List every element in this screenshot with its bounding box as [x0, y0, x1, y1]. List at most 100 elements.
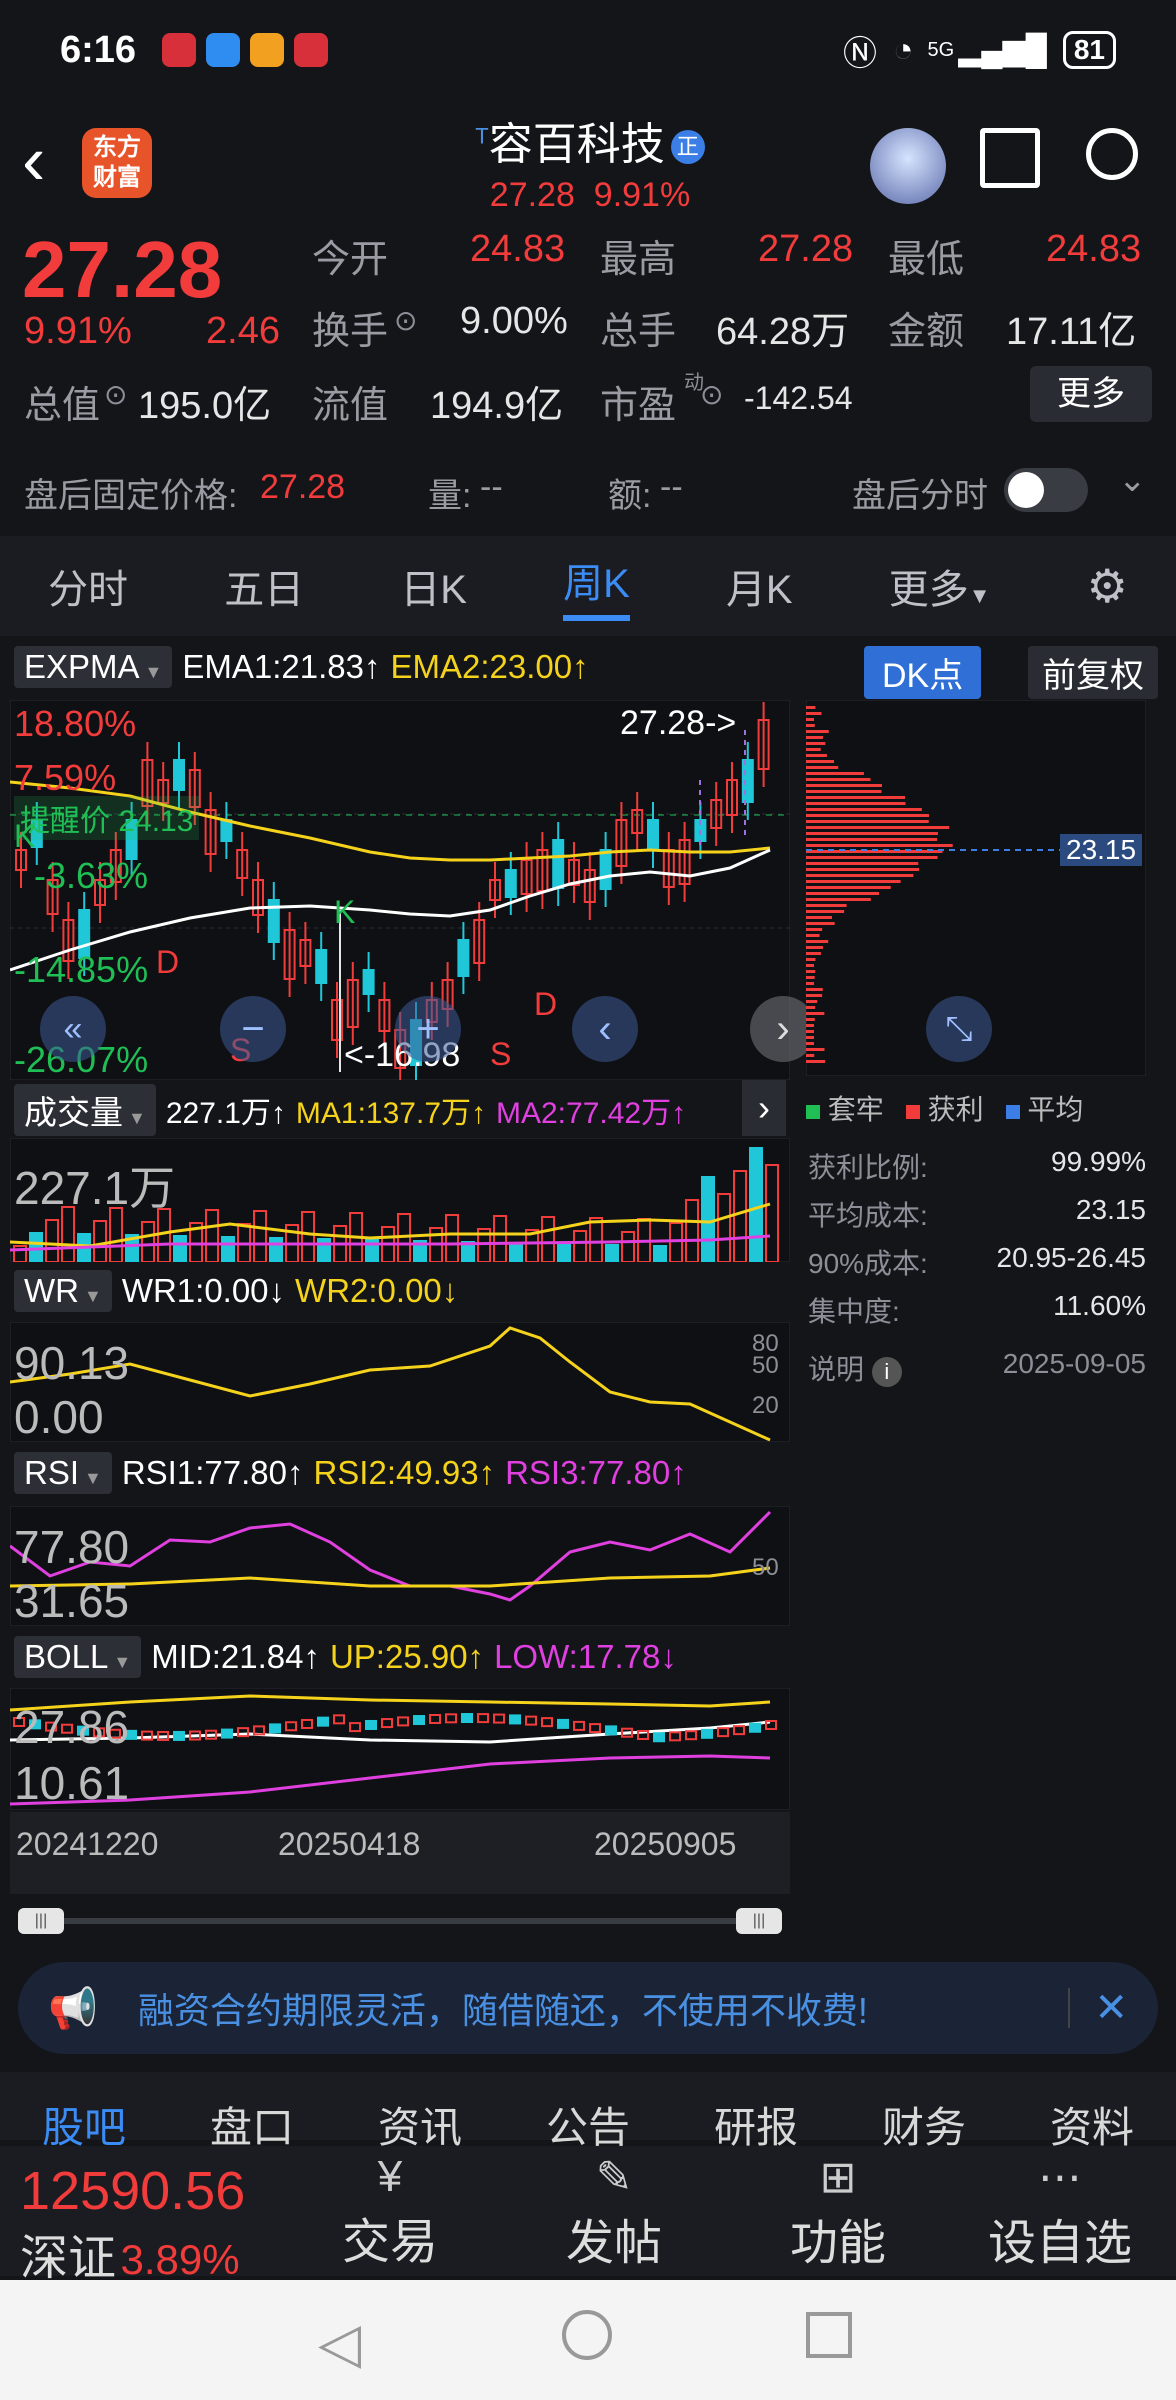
- after-hours-toggle[interactable]: [1004, 468, 1088, 512]
- boll-candle: [606, 1726, 616, 1734]
- chip-bar: [806, 892, 879, 895]
- chip-bar: [806, 922, 835, 925]
- tab-more[interactable]: 更多▼: [889, 557, 991, 615]
- edit-icon: ✎: [554, 2152, 674, 2203]
- quote-pct: 9.91%: [24, 310, 132, 353]
- candle-body: [316, 950, 326, 983]
- settings-gear-icon[interactable]: ⚙: [1087, 559, 1128, 613]
- search-icon[interactable]: [1086, 128, 1138, 180]
- share-icon[interactable]: [980, 128, 1040, 188]
- boll-candle: [270, 1724, 280, 1732]
- post-button[interactable]: ✎ 发帖: [554, 2152, 674, 2273]
- double-left-icon[interactable]: «: [40, 996, 106, 1062]
- chip-bar: [806, 1018, 815, 1021]
- chevron-down-icon[interactable]: ⌄: [1118, 460, 1147, 500]
- rsi1-value: RSI1:77.80↑: [122, 1454, 304, 1492]
- stat-label: 获利比例:: [808, 1146, 928, 1194]
- boll-header: BOLL ▼ MID:21.84↑ UP:25.90↑ LOW:17.78↓: [14, 1636, 677, 1678]
- info-icon[interactable]: ⊙: [394, 304, 417, 337]
- turnover-value: 9.00%: [460, 300, 568, 343]
- signal-d: D: [156, 944, 179, 981]
- expand-icon[interactable]: ⤡: [926, 996, 992, 1062]
- badge-icon: 正: [671, 130, 705, 164]
- low-value: 24.83: [1046, 228, 1141, 271]
- indicator-select-expma[interactable]: EXPMA ▼: [14, 646, 172, 688]
- chip-bar: [806, 880, 901, 883]
- info-icon[interactable]: ⊙: [104, 378, 127, 411]
- chip-bar: [806, 790, 882, 793]
- chip-bar: [806, 1000, 817, 1003]
- plus-icon[interactable]: +: [395, 996, 461, 1062]
- indicator-select-rsi[interactable]: RSI ▼: [14, 1452, 112, 1494]
- indicator-select-boll[interactable]: BOLL ▼: [14, 1636, 141, 1678]
- after-amt-label: 额:: [608, 468, 651, 517]
- rsi-top-label: 77.80: [14, 1520, 129, 1574]
- date-axis: 20241220 20250418 20250905: [10, 1812, 790, 1894]
- chip-bar: [806, 838, 937, 841]
- range-slider[interactable]: ||| |||: [18, 1908, 782, 1934]
- expand-right-icon[interactable]: ›: [742, 1080, 786, 1136]
- promo-banner[interactable]: 📢 融资合约期限灵活，随借随还，不使用不收费! ✕: [18, 1962, 1158, 2054]
- chip-bar: [806, 808, 922, 811]
- back-icon[interactable]: ‹: [22, 120, 45, 200]
- add-watchlist-button[interactable]: ⋯ 设自选: [980, 2152, 1140, 2273]
- tab-week-k[interactable]: 周K: [563, 551, 630, 621]
- boll-candle: [558, 1720, 568, 1728]
- chip-bar: [806, 1036, 814, 1039]
- boll-candle: [366, 1721, 376, 1729]
- tab-month-k[interactable]: 月K: [726, 557, 793, 615]
- tab-five-day[interactable]: 五日: [224, 557, 304, 615]
- after-amt-value: --: [660, 468, 683, 507]
- chip-bar: [806, 874, 913, 877]
- boll-candle: [654, 1733, 664, 1741]
- boll-top-label: 27.86: [14, 1700, 129, 1754]
- slider-handle-left[interactable]: |||: [18, 1908, 64, 1934]
- stat-value: 11.60%: [1053, 1290, 1146, 1338]
- yen-cycle-icon: ¥: [330, 2152, 450, 2202]
- high-price-tag: 27.28->: [620, 704, 736, 743]
- chip-note[interactable]: 说明 i: [808, 1348, 902, 1396]
- date-label: 20250905: [594, 1826, 736, 1863]
- ema2-value: EMA2:23.00↑: [391, 648, 589, 686]
- home-circle-icon[interactable]: [562, 2310, 612, 2360]
- robot-avatar-icon[interactable]: [870, 128, 946, 204]
- amount-label: 金额: [888, 300, 964, 355]
- index-ticker[interactable]: 12590.56 深证 3.89%: [20, 2164, 245, 2288]
- volume-value: 64.28万: [716, 300, 849, 355]
- stock-header: ‹ 东方 财富 T容百科技正 27.28 9.91%: [0, 100, 1176, 230]
- nfc-icon: Ⓝ: [843, 26, 877, 75]
- stock-name[interactable]: 容百科技: [489, 120, 665, 169]
- tab-minute[interactable]: 分时: [48, 557, 128, 615]
- slider-handle-right[interactable]: |||: [736, 1908, 782, 1934]
- pe-value: -142.54: [744, 380, 853, 417]
- chip-bar: [806, 940, 828, 943]
- more-button[interactable]: 更多: [1030, 366, 1152, 422]
- left-icon[interactable]: ‹: [572, 996, 638, 1062]
- function-button[interactable]: ⊞ 功能: [778, 2152, 898, 2273]
- wr1-value: WR1:0.00↓: [122, 1272, 285, 1310]
- alert-price-label[interactable]: 提醒价 24.13: [14, 796, 199, 840]
- boll-candle: [462, 1714, 472, 1722]
- turnover-label: 换手: [312, 300, 388, 355]
- chip-bar: [806, 1012, 824, 1015]
- indicator-select-wr[interactable]: WR ▼: [14, 1270, 112, 1312]
- app-logo[interactable]: 东方 财富: [82, 128, 152, 198]
- chip-bar: [806, 976, 815, 979]
- chip-bar: [806, 814, 929, 817]
- info-icon[interactable]: ⊙: [700, 378, 723, 411]
- indicator-select-volume[interactable]: 成交量 ▼: [14, 1084, 156, 1136]
- minus-icon[interactable]: −: [220, 996, 286, 1062]
- tab-day-k[interactable]: 日K: [400, 557, 467, 615]
- chip-bar: [806, 988, 823, 991]
- chip-bar: [806, 868, 919, 871]
- recents-square-icon[interactable]: [806, 2312, 852, 2358]
- close-icon[interactable]: ✕: [1094, 1985, 1128, 2031]
- chip-bar: [806, 772, 864, 775]
- chip-bar: [806, 898, 871, 901]
- back-triangle-icon[interactable]: ◁: [318, 2310, 361, 2376]
- adjust-button[interactable]: 前复权: [1028, 646, 1158, 699]
- trade-button[interactable]: ¥ 交易: [330, 2152, 450, 2272]
- dk-point-button[interactable]: DK点: [864, 646, 981, 699]
- boll-mid-value: MID:21.84↑: [151, 1638, 320, 1676]
- after-hours-label: 盘后固定价格:: [24, 468, 237, 517]
